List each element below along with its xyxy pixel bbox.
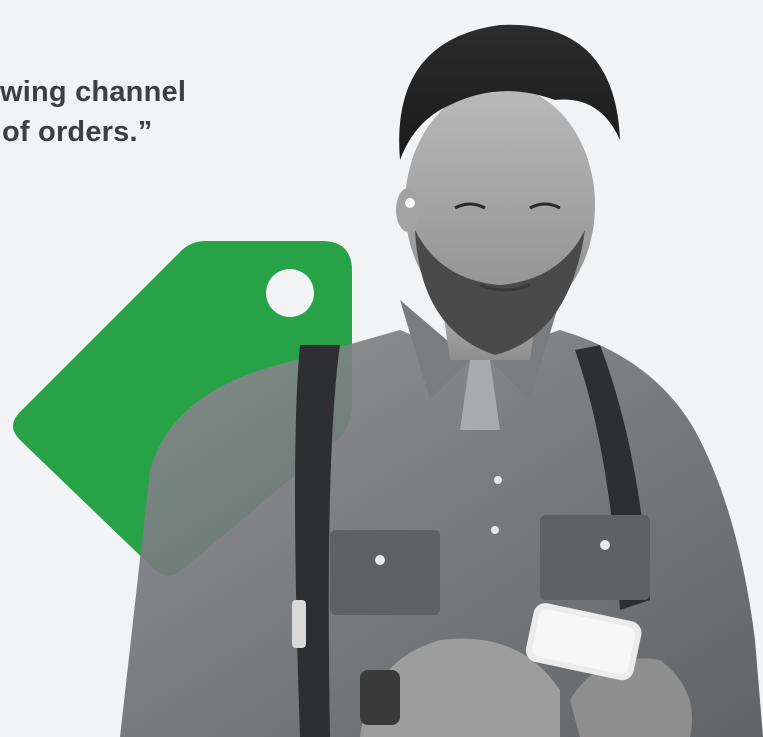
price-tag-icon <box>13 241 352 576</box>
hero-section: wing channel of orders.” <box>0 0 763 737</box>
tag-hole <box>266 269 314 317</box>
